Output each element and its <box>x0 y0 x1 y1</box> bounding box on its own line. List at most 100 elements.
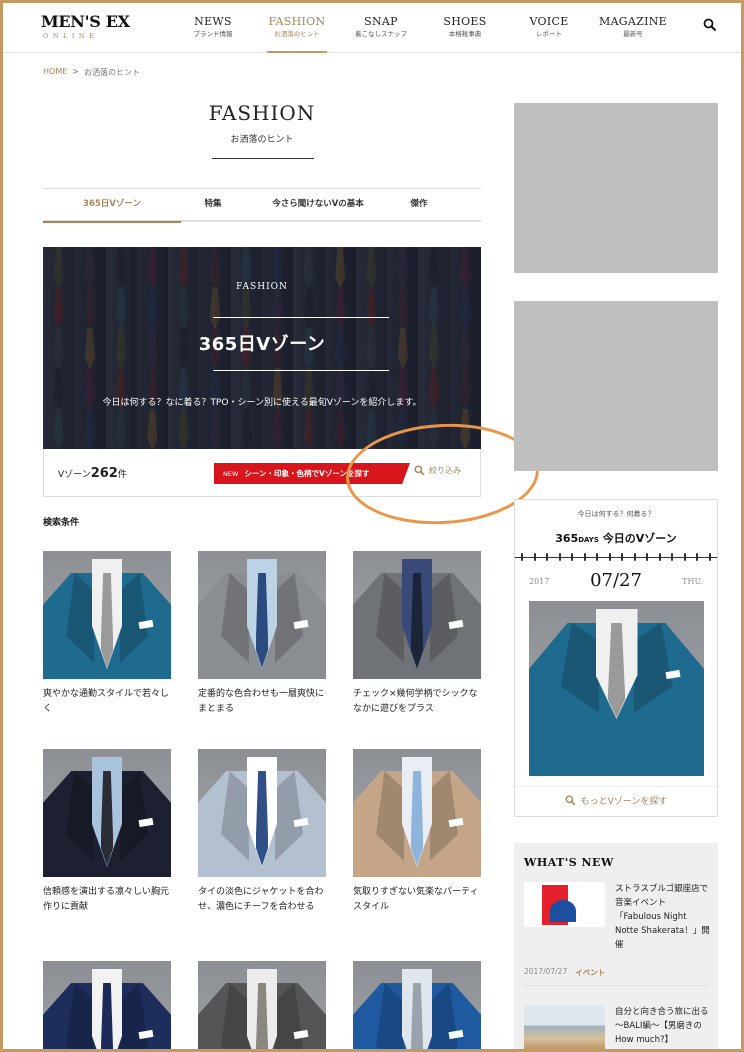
count-number: 262 <box>90 466 118 481</box>
site-logo[interactable]: MEN'S EX ONLINE <box>41 13 130 41</box>
hero-title: 365日Vゾーン <box>198 334 326 355</box>
nav-shoes[interactable]: SHOES 本格靴事典 <box>423 3 507 53</box>
ad-banner-middle[interactable] <box>514 301 718 471</box>
count-suffix: 件 <box>117 470 127 480</box>
more-vzone-link[interactable]: もっとVゾーンを探す <box>515 794 717 807</box>
search-condition-heading: 検索条件 <box>43 518 80 528</box>
vzone-card[interactable] <box>43 961 171 1049</box>
nav-label: MAGAZINE <box>599 15 667 28</box>
calendar-ring <box>696 553 699 561</box>
result-count: Vゾーン262件 <box>58 466 127 481</box>
nav-sublabel: お洒落のヒント <box>274 30 320 38</box>
breadcrumb-home[interactable]: HOME <box>43 67 67 78</box>
hero-description: 今日は何する？なに着る？TPO・シーン別に使える最旬Vゾーンを紹介します。 <box>102 398 422 408</box>
hero-divider-bottom <box>213 370 389 371</box>
vzone-card[interactable]: 爽やかな通勤スタイルで若々しく <box>43 551 171 717</box>
calendar-ring <box>583 553 586 561</box>
news-thumbnail[interactable] <box>524 882 605 927</box>
ad-banner-top[interactable] <box>514 103 718 273</box>
find-vzone-button[interactable]: NEW シーン・印象・色柄でVゾーンを探す <box>214 463 410 484</box>
find-vzone-label: シーン・印象・色柄でVゾーンを探す <box>244 469 370 478</box>
vzone-card-image <box>43 961 171 1049</box>
nav-label: FASHION <box>268 15 326 28</box>
vzone-card-image <box>353 551 481 679</box>
nav-snap[interactable]: SNAP 着こなしスナップ <box>339 3 423 53</box>
vzone-card-image <box>198 551 326 679</box>
logo-sub-text: ONLINE <box>43 32 99 40</box>
vzone-image[interactable] <box>529 601 704 776</box>
search-icon <box>565 795 576 806</box>
vzone-title-days: DAYS <box>578 536 599 544</box>
more-vzone-label: もっとVゾーンを探す <box>580 797 668 807</box>
calendar-ring <box>646 553 649 561</box>
tab-special[interactable]: 特集 <box>181 189 245 221</box>
whats-new-title: WHAT'S NEW <box>524 856 614 869</box>
vzone-card[interactable] <box>353 961 481 1049</box>
calendar-rings <box>521 553 711 561</box>
vzone-card-image <box>198 961 326 1049</box>
calendar-ring <box>521 553 523 561</box>
vzone-card[interactable]: 気取りすぎない気楽なパーティスタイル <box>353 749 481 915</box>
calendar-ring <box>558 553 561 561</box>
tab-masterpiece[interactable]: 傑作 <box>391 189 447 221</box>
nav-label: SNAP <box>364 15 398 28</box>
calendar-ring <box>546 553 549 561</box>
tab-365-vzone[interactable]: 365日Vゾーン <box>43 189 181 223</box>
nav-sublabel: 最新号 <box>623 30 643 38</box>
news-thumbnail[interactable] <box>524 1005 605 1049</box>
page-frame: MEN'S EX ONLINE NEWS ブランド情報 FASHION お洒落の… <box>0 0 744 1052</box>
tab-v-basics[interactable]: 今さら聞けないVの基本 <box>245 189 391 221</box>
vzone-card[interactable] <box>198 961 326 1049</box>
news-divider <box>524 985 708 986</box>
sub-tabs: 365日Vゾーン 特集 今さら聞けないVの基本 傑作 <box>43 188 481 223</box>
vzone-card[interactable]: タイの淡色にジャケットを合わせ、濃色にチーフを合わせる <box>198 749 326 915</box>
result-count-bar: Vゾーン262件 NEW シーン・印象・色柄でVゾーンを探す 絞り込み <box>43 449 481 497</box>
news-item-title[interactable]: 自分と向き合う旅に出る～BALI編～【男磨きのHow much?】 <box>615 1005 710 1047</box>
count-prefix: Vゾーン <box>58 470 91 480</box>
hero-banner: FASHION 365日Vゾーン 今日は何する？なに着る？TPO・シーン別に使え… <box>43 247 481 449</box>
vzone-card[interactable]: 信頼感を演出する凛々しい胸元作りに貢献 <box>43 749 171 915</box>
vzone-photo <box>529 601 704 776</box>
calendar-ring <box>658 553 661 561</box>
nav-label: NEWS <box>194 15 232 28</box>
nav-sublabel: 本格靴事典 <box>448 30 482 38</box>
filter-button[interactable]: 絞り込み <box>414 465 461 476</box>
vzone-card[interactable]: チェック×幾何学柄でシックななかに遊びをプラス <box>353 551 481 717</box>
vzone-card-caption: タイの淡色にジャケットを合わせ、濃色にチーフを合わせる <box>198 887 324 912</box>
filter-label: 絞り込み <box>429 466 461 475</box>
nav-label: SHOES <box>443 15 487 28</box>
nav-magazine[interactable]: MAGAZINE 最新号 <box>591 3 675 53</box>
search-icon[interactable] <box>703 17 719 33</box>
calendar-ring <box>621 553 624 561</box>
vzone-card-image <box>43 749 171 877</box>
vzone-card-caption: 爽やかな通勤スタイルで若々しく <box>43 689 170 714</box>
nav-sublabel: ブランド情報 <box>193 30 233 38</box>
news-item-category[interactable]: イベント <box>575 967 605 978</box>
hero-kicker: FASHION <box>236 282 288 292</box>
vzone-kicker: 今日は何する？何着る？ <box>577 510 655 518</box>
page-subtitle: お洒落のヒント <box>230 135 294 145</box>
calendar-ring <box>708 553 711 561</box>
vzone-card-caption: チェック×幾何学柄でシックななかに遊びをプラス <box>353 689 478 714</box>
vzone-card[interactable]: 定番的な色合わせも一層爽快にまとまる <box>198 551 326 717</box>
search-icon <box>414 465 425 476</box>
vzone-title-num: 365 <box>555 532 579 545</box>
todays-vzone-widget: 今日は何する？何着る？ 365DAYS 今日のVゾーン 2017 07/27 T… <box>514 499 718 817</box>
page-title: FASHION <box>208 101 316 125</box>
nav-news[interactable]: NEWS ブランド情報 <box>171 3 255 53</box>
vzone-card-image <box>198 749 326 877</box>
whats-new-panel: WHAT'S NEW ストラスブルゴ銀座店で音楽イベント「Fabulous Ni… <box>514 843 718 1049</box>
vzone-title-rest: 今日のVゾーン <box>602 532 677 545</box>
nav-label: VOICE <box>529 15 569 28</box>
nav-voice[interactable]: VOICE レポート <box>507 3 591 53</box>
vzone-card-image <box>43 551 171 679</box>
calendar-ring <box>608 553 611 561</box>
nav-fashion[interactable]: FASHION お洒落のヒント <box>255 3 339 53</box>
vzone-title: 365DAYS 今日のVゾーン <box>515 530 717 546</box>
calendar-ring <box>671 553 674 561</box>
news-item-meta: 2017/07/27 イベント <box>524 967 605 978</box>
news-item-title[interactable]: ストラスブルゴ銀座店で音楽イベント「Fabulous Night Notte S… <box>615 882 710 952</box>
breadcrumb-separator: > <box>72 67 79 76</box>
news-item-date: 2017/07/27 <box>524 967 568 976</box>
title-divider <box>212 158 314 159</box>
